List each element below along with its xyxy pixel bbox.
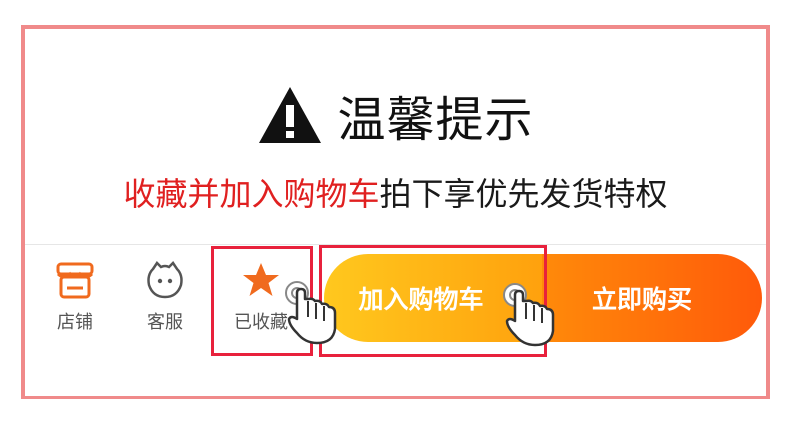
promo-line: 收藏并加入购物车拍下享优先发货特权 xyxy=(25,169,766,219)
tip-card: 温馨提示 收藏并加入购物车拍下享优先发货特权 店铺 客服 已收藏 加入购物车 立… xyxy=(21,25,770,399)
product-action-bar: 店铺 客服 已收藏 加入购物车 立即购买 xyxy=(25,244,766,396)
service-label: 客服 xyxy=(147,312,183,333)
tap-hand-icon xyxy=(503,283,555,347)
service-nav-item[interactable]: 客服 xyxy=(125,261,205,334)
service-face-icon xyxy=(147,261,183,299)
promo-rest: 拍下享优先发货特权 xyxy=(379,175,668,213)
page-title: 温馨提示 xyxy=(337,92,534,148)
promo-highlight: 收藏并加入购物车 xyxy=(123,175,380,213)
store-label: 店铺 xyxy=(57,312,93,333)
warning-icon xyxy=(259,87,322,143)
tap-hand-icon xyxy=(285,281,337,345)
store-icon xyxy=(56,262,94,299)
title-row: 温馨提示 xyxy=(25,75,766,155)
store-nav-item[interactable]: 店铺 xyxy=(35,261,115,334)
buy-now-button[interactable]: 立即购买 xyxy=(542,254,762,342)
